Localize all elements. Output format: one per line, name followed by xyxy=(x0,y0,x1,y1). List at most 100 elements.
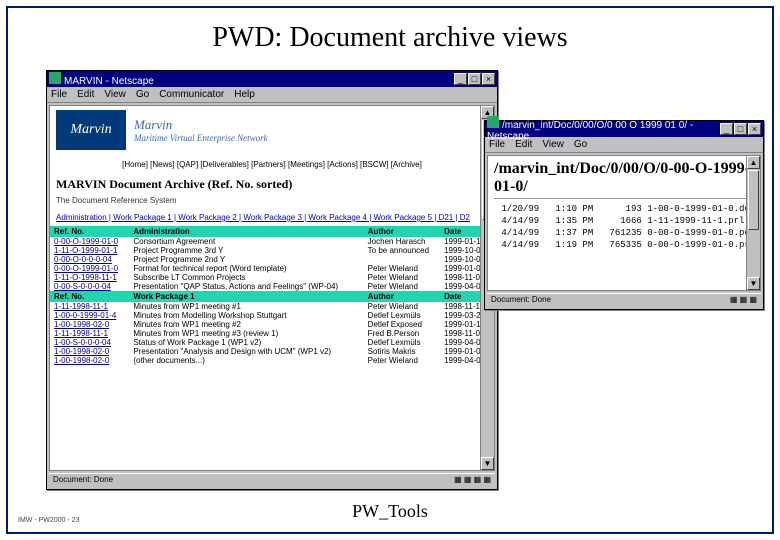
marvin-logo: Marvin xyxy=(56,110,126,150)
title-cell: Project Programme 2nd Y xyxy=(129,255,363,264)
table-row[interactable]: 1-00-1998-02-0Minutes from WP1 meeting #… xyxy=(50,320,494,329)
table-row[interactable]: 0-00-O-0-0-0-04Project Programme 2nd Y19… xyxy=(50,255,494,264)
maximize-button[interactable]: □ xyxy=(468,73,481,85)
table-row[interactable]: 0-00-O-1999-01-0Format for technical rep… xyxy=(50,264,494,273)
author-cell: Peter Wieland xyxy=(364,302,440,311)
page-content: Marvin Marvin Maritime Virtual Enterpris… xyxy=(49,105,495,471)
maximize-button[interactable]: □ xyxy=(734,123,747,135)
title-cell: Minutes from WP1 meeting #2 xyxy=(129,320,363,329)
scrollbar[interactable]: ▲ ▼ xyxy=(746,156,760,290)
ref-cell[interactable]: 1-11-1998-11-1 xyxy=(50,329,129,338)
ref-cell[interactable]: 1-00-1998-02-0 xyxy=(50,356,129,365)
ref-cell[interactable]: 0-00-O-0-0-0-04 xyxy=(50,255,129,264)
table-row[interactable]: 0-00-S-0-0-0-04Presentation "QAP Status,… xyxy=(50,282,494,291)
netscape-window-dirlist: /marvin_int/Doc/0/00/O/0 00 O 1999 01 0/… xyxy=(484,120,764,310)
minimize-button[interactable]: _ xyxy=(720,123,733,135)
title-cell: Presentation "QAP Status, Actions and Fe… xyxy=(129,282,363,291)
marvin-logo-text: Marvin Maritime Virtual Enterprise Netwo… xyxy=(134,117,268,143)
section-links[interactable]: Administration | Work Package 1 | Work P… xyxy=(50,211,494,226)
window-titlebar[interactable]: /marvin_int/Doc/0/00/O/0 00 O 1999 01 0/… xyxy=(485,121,763,137)
table-row[interactable]: 1-00-0-1999-01-4Minutes from Modelling W… xyxy=(50,311,494,320)
table-row[interactable]: 1-00-1998-02-0(other documents...)Peter … xyxy=(50,356,494,365)
menu-edit[interactable]: Edit xyxy=(77,89,94,100)
app-icon xyxy=(487,116,499,128)
table-row[interactable]: 1-11-1998-11-1Minutes from WP1 meeting #… xyxy=(50,302,494,311)
menu-file[interactable]: File xyxy=(51,89,67,100)
app-icon xyxy=(49,72,61,84)
table-header: Work Package 1 xyxy=(129,291,363,302)
menu-edit[interactable]: Edit xyxy=(515,139,532,150)
menu-communicator[interactable]: Communicator xyxy=(159,89,224,100)
title-cell: Status of Work Package 1 (WP1 v2) xyxy=(129,338,363,347)
table-row[interactable]: 1-11-O-1998-11-1Subscribe LT Common Proj… xyxy=(50,273,494,282)
author-cell xyxy=(364,255,440,264)
title-cell: Format for technical report (Word templa… xyxy=(129,264,363,273)
status-text: Document: Done xyxy=(491,295,551,306)
title-cell: (other documents...) xyxy=(129,356,363,365)
title-cell: Minutes from Modelling Workshop Stuttgar… xyxy=(129,311,363,320)
ref-cell[interactable]: 1-00-0-1999-01-4 xyxy=(50,311,129,320)
status-icons: ▦ ▦ ▦ ▦ xyxy=(454,475,491,486)
menu-go[interactable]: Go xyxy=(136,89,149,100)
close-button[interactable]: × xyxy=(748,123,761,135)
scroll-thumb[interactable] xyxy=(748,170,759,230)
menu-help[interactable]: Help xyxy=(234,89,255,100)
title-cell: Consortium Agreement xyxy=(129,237,363,246)
title-cell: Project Programme 3rd Y xyxy=(129,246,363,255)
table-header: Ref. No. xyxy=(50,291,129,302)
title-cell: Minutes from WP1 meeting #3 (review 1) xyxy=(129,329,363,338)
ref-cell[interactable]: 1-00-1998-02-0 xyxy=(50,347,129,356)
title-cell: Presentation "Analysis and Design with U… xyxy=(129,347,363,356)
menu-go[interactable]: Go xyxy=(574,139,587,150)
window-titlebar[interactable]: MARVIN - Netscape _ □ × xyxy=(47,71,497,87)
minimize-button[interactable]: _ xyxy=(454,73,467,85)
author-cell: Peter Wieland xyxy=(364,356,440,365)
ref-cell[interactable]: 1-00-S-0-0-0-04 xyxy=(50,338,129,347)
ref-cell[interactable]: 1-11-O-1999-01-1 xyxy=(50,246,129,255)
netscape-window-archive: MARVIN - Netscape _ □ × File Edit View G… xyxy=(46,70,498,490)
scroll-down-icon[interactable]: ▼ xyxy=(481,457,494,470)
status-icons: ▦ ▦ ▦ xyxy=(730,295,757,306)
author-cell: Peter Wieland xyxy=(364,273,440,282)
ref-cell[interactable]: 0-00-O-1999-01-0 xyxy=(50,237,129,246)
dir-content: /marvin_int/Doc/0/00/O/0-00-O-1999-01-0/… xyxy=(487,155,761,291)
file-listing[interactable]: 1/20/99 1:10 PM 193 1-00-0-1999-01-0.doc… xyxy=(488,199,760,252)
menu-file[interactable]: File xyxy=(489,139,505,150)
ref-cell[interactable]: 1-00-1998-02-0 xyxy=(50,320,129,329)
author-cell: To be announced xyxy=(364,246,440,255)
ref-cell[interactable]: 0-00-O-1999-01-0 xyxy=(50,264,129,273)
author-cell: Detlef Lexmüls xyxy=(364,311,440,320)
scroll-down-icon[interactable]: ▼ xyxy=(747,277,760,290)
author-cell: Peter Wieland xyxy=(364,282,440,291)
scroll-up-icon[interactable]: ▲ xyxy=(747,156,760,169)
table-header: Ref. No. xyxy=(50,226,129,237)
ref-cell[interactable]: 1-11-O-1998-11-1 xyxy=(50,273,129,282)
status-bar: Document: Done ▦ ▦ ▦ xyxy=(487,293,761,307)
title-cell: Subscribe LT Common Projects xyxy=(129,273,363,282)
close-button[interactable]: × xyxy=(482,73,495,85)
table-row[interactable]: 1-00-S-0-0-0-04Status of Work Package 1 … xyxy=(50,338,494,347)
table-header: Author xyxy=(364,291,440,302)
status-text: Document: Done xyxy=(53,475,113,486)
menu-view[interactable]: View xyxy=(104,89,126,100)
author-cell: Peter Wieland xyxy=(364,264,440,273)
window-title: MARVIN - Netscape xyxy=(64,76,154,87)
author-cell: Detlef Lexmüls xyxy=(364,338,440,347)
table-header: Administration xyxy=(129,226,363,237)
slide-footer-left: IMW - PW2000 - 23 xyxy=(18,517,79,524)
menubar: File Edit View Go Communicator Help xyxy=(47,87,497,103)
slide-footer: PW_Tools xyxy=(8,501,772,522)
table-row[interactable]: 1-00-1998-02-0Presentation "Analysis and… xyxy=(50,347,494,356)
directory-path: /marvin_int/Doc/0/00/O/0-00-O-1999-01-0/ xyxy=(488,156,760,198)
ref-cell[interactable]: 1-11-1998-11-1 xyxy=(50,302,129,311)
ref-cell[interactable]: 0-00-S-0-0-0-04 xyxy=(50,282,129,291)
slide-title: PWD: Document archive views xyxy=(8,8,772,64)
table-row[interactable]: 1-11-1998-11-1Minutes from WP1 meeting #… xyxy=(50,329,494,338)
table-row[interactable]: 0-00-O-1999-01-0Consortium AgreementJoch… xyxy=(50,237,494,246)
table-header: Author xyxy=(364,226,440,237)
nav-links[interactable]: [Home] [News] [QAP] [Deliverables] [Part… xyxy=(50,154,494,175)
author-cell: Jochen Harasch xyxy=(364,237,440,246)
menu-view[interactable]: View xyxy=(542,139,564,150)
table-row[interactable]: 1-11-O-1999-01-1Project Programme 3rd YT… xyxy=(50,246,494,255)
archive-heading: MARVIN Document Archive (Ref. No. sorted… xyxy=(50,175,494,194)
